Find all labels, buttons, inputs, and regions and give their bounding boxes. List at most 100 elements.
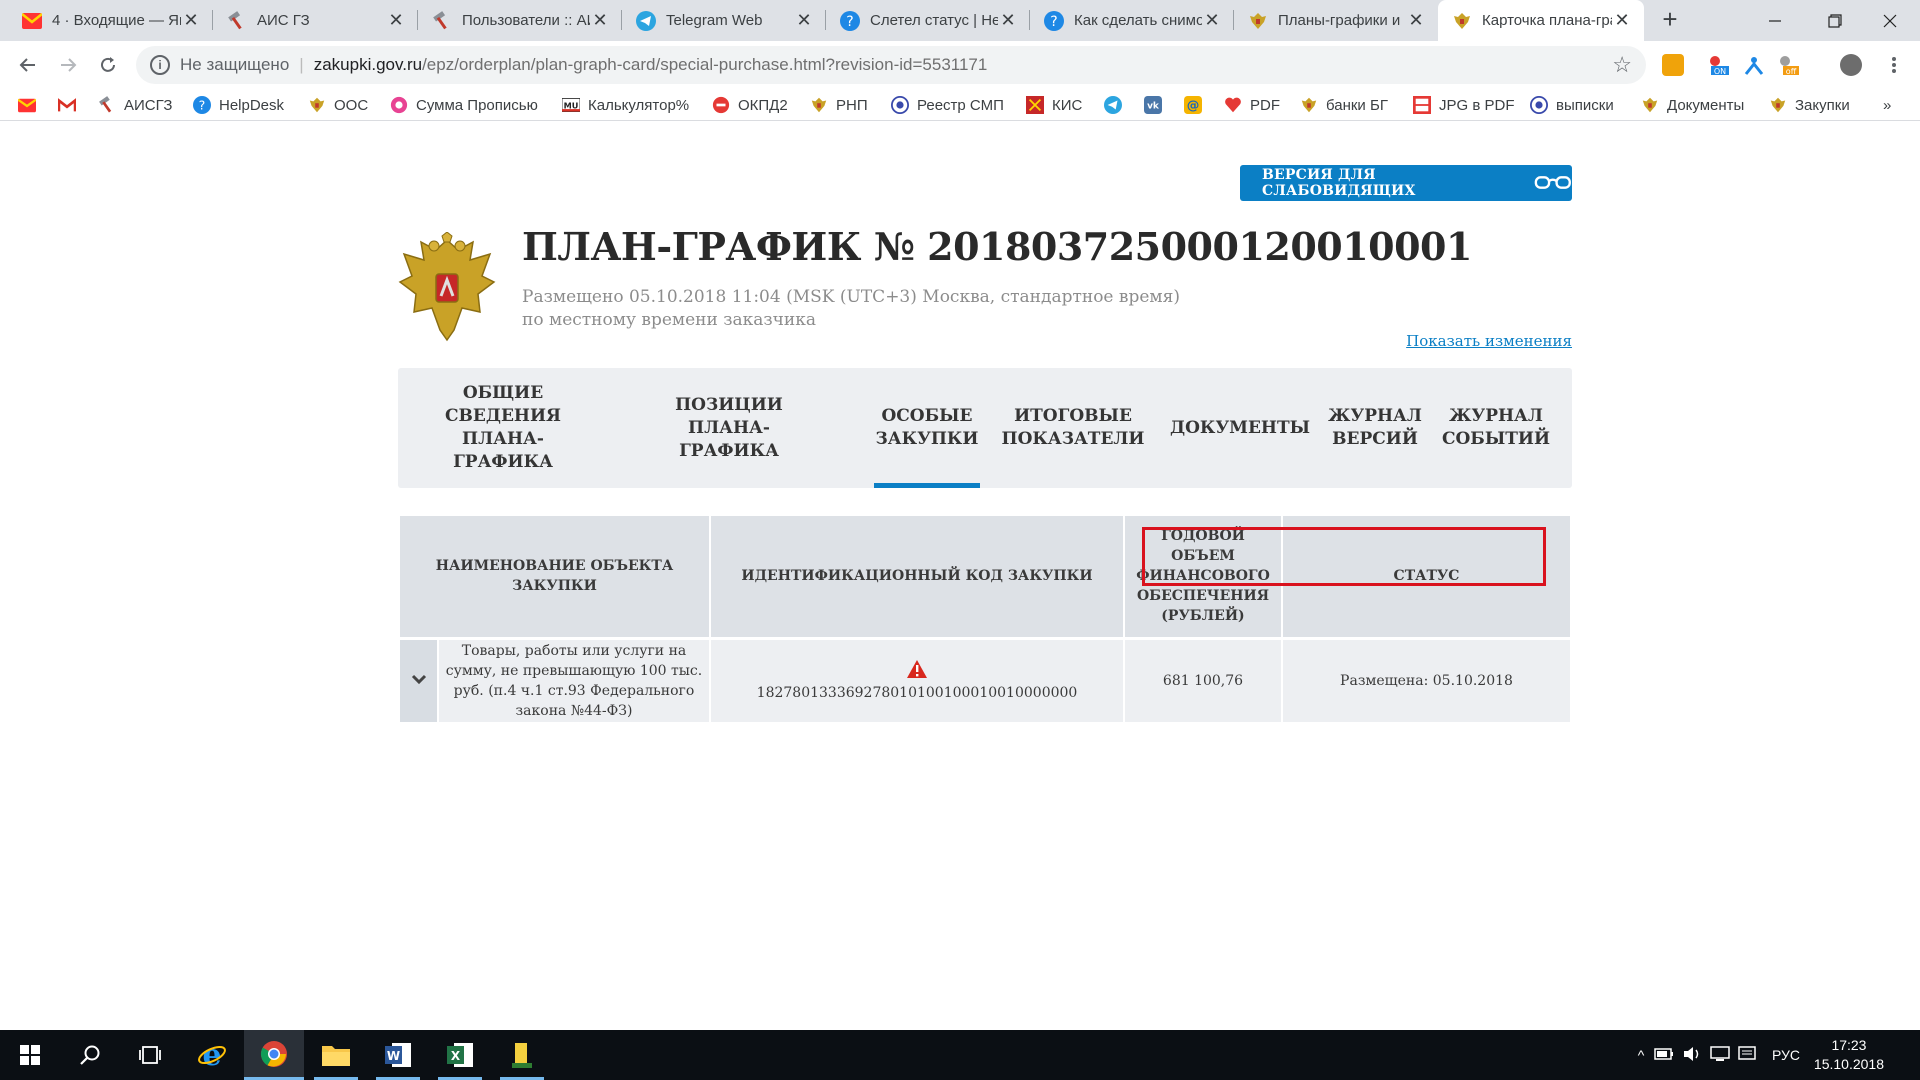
bookmark-aisgz[interactable]: АИСГЗ (98, 89, 172, 121)
helpdesk-icon: ? (1044, 10, 1064, 31)
low-vision-version-button[interactable]: ВЕРСИЯ ДЛЯ СЛАБОВИДЯЩИХ (1240, 165, 1572, 201)
taskbar-chrome[interactable] (244, 1030, 304, 1080)
extension-off-icon[interactable]: off (1777, 54, 1799, 76)
telegram-icon (1104, 96, 1122, 114)
bookmark-oos[interactable]: ООС (308, 89, 368, 121)
minimize-button[interactable] (1745, 0, 1805, 41)
glasses-icon (1535, 176, 1572, 189)
browser-tab-strip: 4 · Входящие — Яндекс ✕ АИС ГЗ ✕ Пользов… (0, 0, 1920, 41)
bookmark-summa-propisyu[interactable]: Сумма Прописью (390, 89, 538, 121)
bookmark-dokumenty[interactable]: Документы (1641, 89, 1744, 121)
telegram-icon (636, 10, 656, 31)
bookmark-telegram[interactable] (1104, 89, 1130, 121)
back-button[interactable] (12, 49, 44, 81)
extension-on-icon[interactable]: ON (1707, 54, 1729, 76)
expand-row-button[interactable] (400, 636, 439, 722)
bookmark-banki-bg[interactable]: банки БГ (1300, 89, 1388, 121)
browser-menu-button[interactable] (1878, 49, 1910, 81)
close-tab-icon[interactable]: ✕ (1612, 10, 1632, 31)
close-tab-icon[interactable]: ✕ (590, 10, 610, 31)
network-icon[interactable] (1710, 1045, 1738, 1065)
url-path: /epz/orderplan/plan-graph-card/special-p… (422, 55, 988, 74)
vk-icon: vk (1144, 96, 1162, 114)
bookmark-calculator[interactable]: MU Калькулятор% (562, 89, 689, 121)
browser-tab-ais-gz[interactable]: АИС ГЗ ✕ (213, 0, 418, 41)
extension-orange-icon[interactable] (1662, 54, 1684, 76)
page-content: ВЕРСИЯ ДЛЯ СЛАБОВИДЯЩИХ ПЛАН-ГРАФИК № 20… (0, 122, 1920, 1030)
search-icon (80, 1045, 100, 1065)
svg-text:MU: MU (564, 100, 579, 110)
russian-coat-of-arms-icon (398, 232, 496, 342)
close-window-button[interactable] (1860, 0, 1920, 41)
annual-volume-cell: 681 100,76 (1124, 636, 1283, 722)
task-view-button[interactable] (120, 1030, 180, 1080)
taskbar-archive-app[interactable] (492, 1030, 552, 1080)
chevron-up-icon[interactable]: ^ (1628, 1047, 1654, 1063)
bookmark-vk[interactable]: vk (1144, 89, 1170, 121)
browser-tab-plans[interactable]: Планы-графики и ✕ (1234, 0, 1438, 41)
bookmark-rnp[interactable]: РНП (810, 89, 868, 121)
bookmark-kis[interactable]: КИС (1026, 89, 1082, 121)
browser-tab-screenshot-howto[interactable]: ? Как сделать снимок ✕ (1030, 0, 1234, 41)
notifications-icon[interactable] (1738, 1045, 1766, 1065)
svg-text:W: W (387, 1049, 400, 1063)
word-icon: W (385, 1043, 411, 1067)
table-row: Товары, работы или услуги на сумму, не п… (400, 636, 1570, 722)
profile-avatar[interactable] (1840, 54, 1862, 76)
tab-version-log[interactable]: ЖУРНАЛ ВЕРСИЙ (1328, 368, 1422, 488)
input-language[interactable]: РУС (1772, 1047, 1800, 1063)
close-tab-icon[interactable]: ✕ (1202, 10, 1222, 31)
tab-totals[interactable]: ИТОГОВЫЕ ПОКАЗАТЕЛИ (1002, 368, 1145, 488)
tab-special-purchases[interactable]: ОСОБЫЕ ЗАКУПКИ (874, 368, 980, 488)
info-icon[interactable]: i (150, 55, 170, 75)
tab-event-log[interactable]: ЖУРНАЛ СОБЫТИЙ (1442, 368, 1550, 488)
bookmark-reestr-smp[interactable]: Реестр СМП (891, 89, 1004, 121)
address-bar[interactable]: i Не защищено | zakupki.gov.ru/epz/order… (136, 46, 1646, 84)
tab-documents[interactable]: ДОКУМЕНТЫ (1170, 368, 1310, 488)
mail-icon (22, 11, 42, 31)
bookmark-mail-at[interactable]: @ (1184, 89, 1210, 121)
bookmark-helpdesk[interactable]: ? HelpDesk (193, 89, 284, 121)
reload-button[interactable] (92, 49, 124, 81)
bookmark-yandex-mail[interactable] (18, 89, 44, 121)
browser-tab-helpdesk-status[interactable]: ? Слетел статус | HelpDesk ✕ (826, 0, 1030, 41)
taskbar-file-explorer[interactable] (306, 1030, 366, 1080)
purchase-code-cell: 182780133369278010100100010010000000 (710, 636, 1125, 722)
forward-button[interactable] (52, 49, 84, 81)
bookmark-jpg-pdf[interactable]: JPG в PDF (1413, 89, 1514, 121)
bookmark-gmail[interactable] (58, 89, 84, 121)
tab-plan-positions[interactable]: ПОЗИЦИИ ПЛАНА-ГРАФИКА (648, 368, 810, 488)
bookmark-pdf[interactable]: PDF (1224, 89, 1280, 121)
taskbar-excel[interactable]: X (430, 1030, 490, 1080)
chrome-icon (260, 1040, 287, 1067)
extension-user-icon[interactable] (1743, 54, 1765, 76)
close-tab-icon[interactable]: ✕ (181, 10, 201, 31)
browser-tab-telegram[interactable]: Telegram Web ✕ (622, 0, 826, 41)
tab-general-info[interactable]: ОБЩИЕ СВЕДЕНИЯ ПЛАНА-ГРАФИКА (418, 368, 588, 488)
hammer-icon (227, 10, 247, 31)
close-tab-icon[interactable]: ✕ (386, 10, 406, 31)
more-bookmarks-button[interactable]: » (1883, 89, 1891, 121)
new-tab-button[interactable]: + (1656, 6, 1684, 34)
bookmark-okpd2[interactable]: ОКПД2 (712, 89, 788, 121)
bookmark-star-icon[interactable]: ☆ (1612, 52, 1632, 78)
browser-tab-users[interactable]: Пользователи :: АИС ✕ (418, 0, 622, 41)
close-tab-icon[interactable]: ✕ (998, 10, 1018, 31)
close-tab-icon[interactable]: ✕ (1406, 10, 1426, 31)
show-changes-link[interactable]: Показать изменения (1406, 332, 1572, 350)
start-button[interactable] (0, 1030, 60, 1080)
close-tab-icon[interactable]: ✕ (794, 10, 814, 31)
browser-tab-plan-card[interactable]: Карточка плана-графика ✕ (1438, 0, 1644, 41)
taskbar-word[interactable]: W (368, 1030, 428, 1080)
restore-button[interactable] (1805, 0, 1865, 41)
volume-icon[interactable] (1682, 1046, 1710, 1065)
browser-tab-mail[interactable]: 4 · Входящие — Яндекс ✕ (8, 0, 213, 41)
taskbar-clock[interactable]: 17:23 15.10.2018 (1814, 1036, 1884, 1074)
battery-icon[interactable] (1654, 1047, 1682, 1063)
hammer-icon (432, 10, 452, 31)
bookmark-vypiski[interactable]: выписки (1530, 89, 1614, 121)
bookmark-zakupki[interactable]: Закупки (1769, 89, 1850, 121)
search-button[interactable] (60, 1030, 120, 1080)
kebab-menu-icon (1892, 57, 1896, 73)
taskbar-internet-explorer[interactable]: e (182, 1030, 242, 1080)
